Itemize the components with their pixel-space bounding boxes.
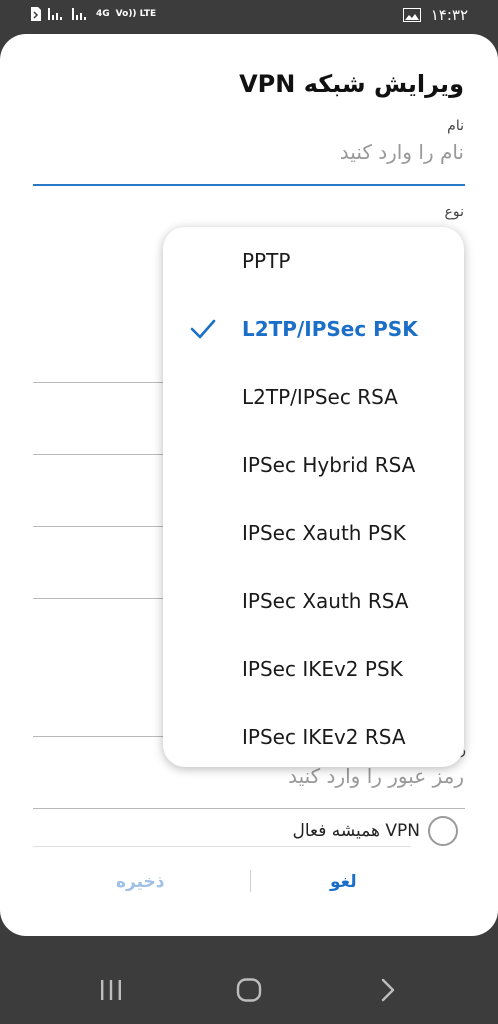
vpn-type-dropdown: PPTP L2TP/IPSec PSK L2TP/IPSec RSA IPSec… <box>163 227 464 767</box>
network-type: 4G <box>96 8 110 19</box>
password-underline <box>33 808 465 809</box>
checkmark-icon <box>190 319 216 339</box>
option-label: IPSec Xauth PSK <box>242 521 406 545</box>
type-option-hybrid-rsa[interactable]: IPSec Hybrid RSA <box>163 431 464 499</box>
name-label: نام <box>447 118 464 134</box>
status-bar: 4G Vo)) LTE ۱۴:۳۲ <box>0 0 498 32</box>
status-icons-left: 4G Vo)) LTE <box>30 6 156 22</box>
field-divider <box>33 382 163 383</box>
field-divider <box>33 598 163 599</box>
name-input[interactable]: نام را وارد کنید <box>34 140 464 176</box>
field-divider <box>33 526 163 527</box>
dialog-title: ویرایش شبکه VPN <box>239 70 464 98</box>
type-option-ikev2-rsa[interactable]: IPSec IKEv2 RSA <box>163 703 464 771</box>
always-on-checkbox[interactable] <box>428 816 458 846</box>
navigation-bar <box>0 956 498 1024</box>
type-option-ikev2-psk[interactable]: IPSec IKEv2 PSK <box>163 635 464 703</box>
sim-icon <box>31 7 41 21</box>
option-label: IPSec Hybrid RSA <box>242 453 416 477</box>
type-option-l2tp-rsa[interactable]: L2TP/IPSec RSA <box>163 363 464 431</box>
option-label: IPSec Xauth RSA <box>242 589 409 613</box>
cancel-button[interactable]: لغو <box>330 872 357 892</box>
field-divider <box>33 454 163 455</box>
always-on-vpn-row[interactable]: VPN همیشه فعال <box>293 816 458 846</box>
volte-indicator: Vo)) LTE <box>115 8 157 19</box>
type-option-pptp[interactable]: PPTP <box>163 227 464 295</box>
home-icon[interactable] <box>236 978 262 1002</box>
signal-icon <box>48 8 62 20</box>
back-icon[interactable] <box>378 978 398 1002</box>
save-button[interactable]: ذخیره <box>116 872 165 892</box>
type-option-xauth-rsa[interactable]: IPSec Xauth RSA <box>163 567 464 635</box>
option-label: IPSec IKEv2 PSK <box>242 657 403 681</box>
divider <box>33 846 411 847</box>
clock: ۱۴:۳۲ <box>430 6 468 24</box>
type-option-xauth-psk[interactable]: IPSec Xauth PSK <box>163 499 464 567</box>
option-label: PPTP <box>242 249 291 273</box>
option-label: IPSec IKEv2 RSA <box>242 725 406 749</box>
signal-icon <box>72 8 86 20</box>
type-label: نوع <box>444 204 464 220</box>
footer-divider <box>250 870 251 892</box>
type-option-l2tp-psk[interactable]: L2TP/IPSec PSK <box>163 295 464 363</box>
field-divider <box>33 736 163 737</box>
option-label: L2TP/IPSec PSK <box>242 317 418 341</box>
recents-icon[interactable] <box>98 978 124 1002</box>
gallery-icon <box>402 8 421 22</box>
option-label: L2TP/IPSec RSA <box>242 385 398 409</box>
status-icons-right: ۱۴:۳۲ <box>402 6 468 24</box>
name-underline <box>33 184 465 186</box>
always-on-label: VPN همیشه فعال <box>292 821 420 841</box>
